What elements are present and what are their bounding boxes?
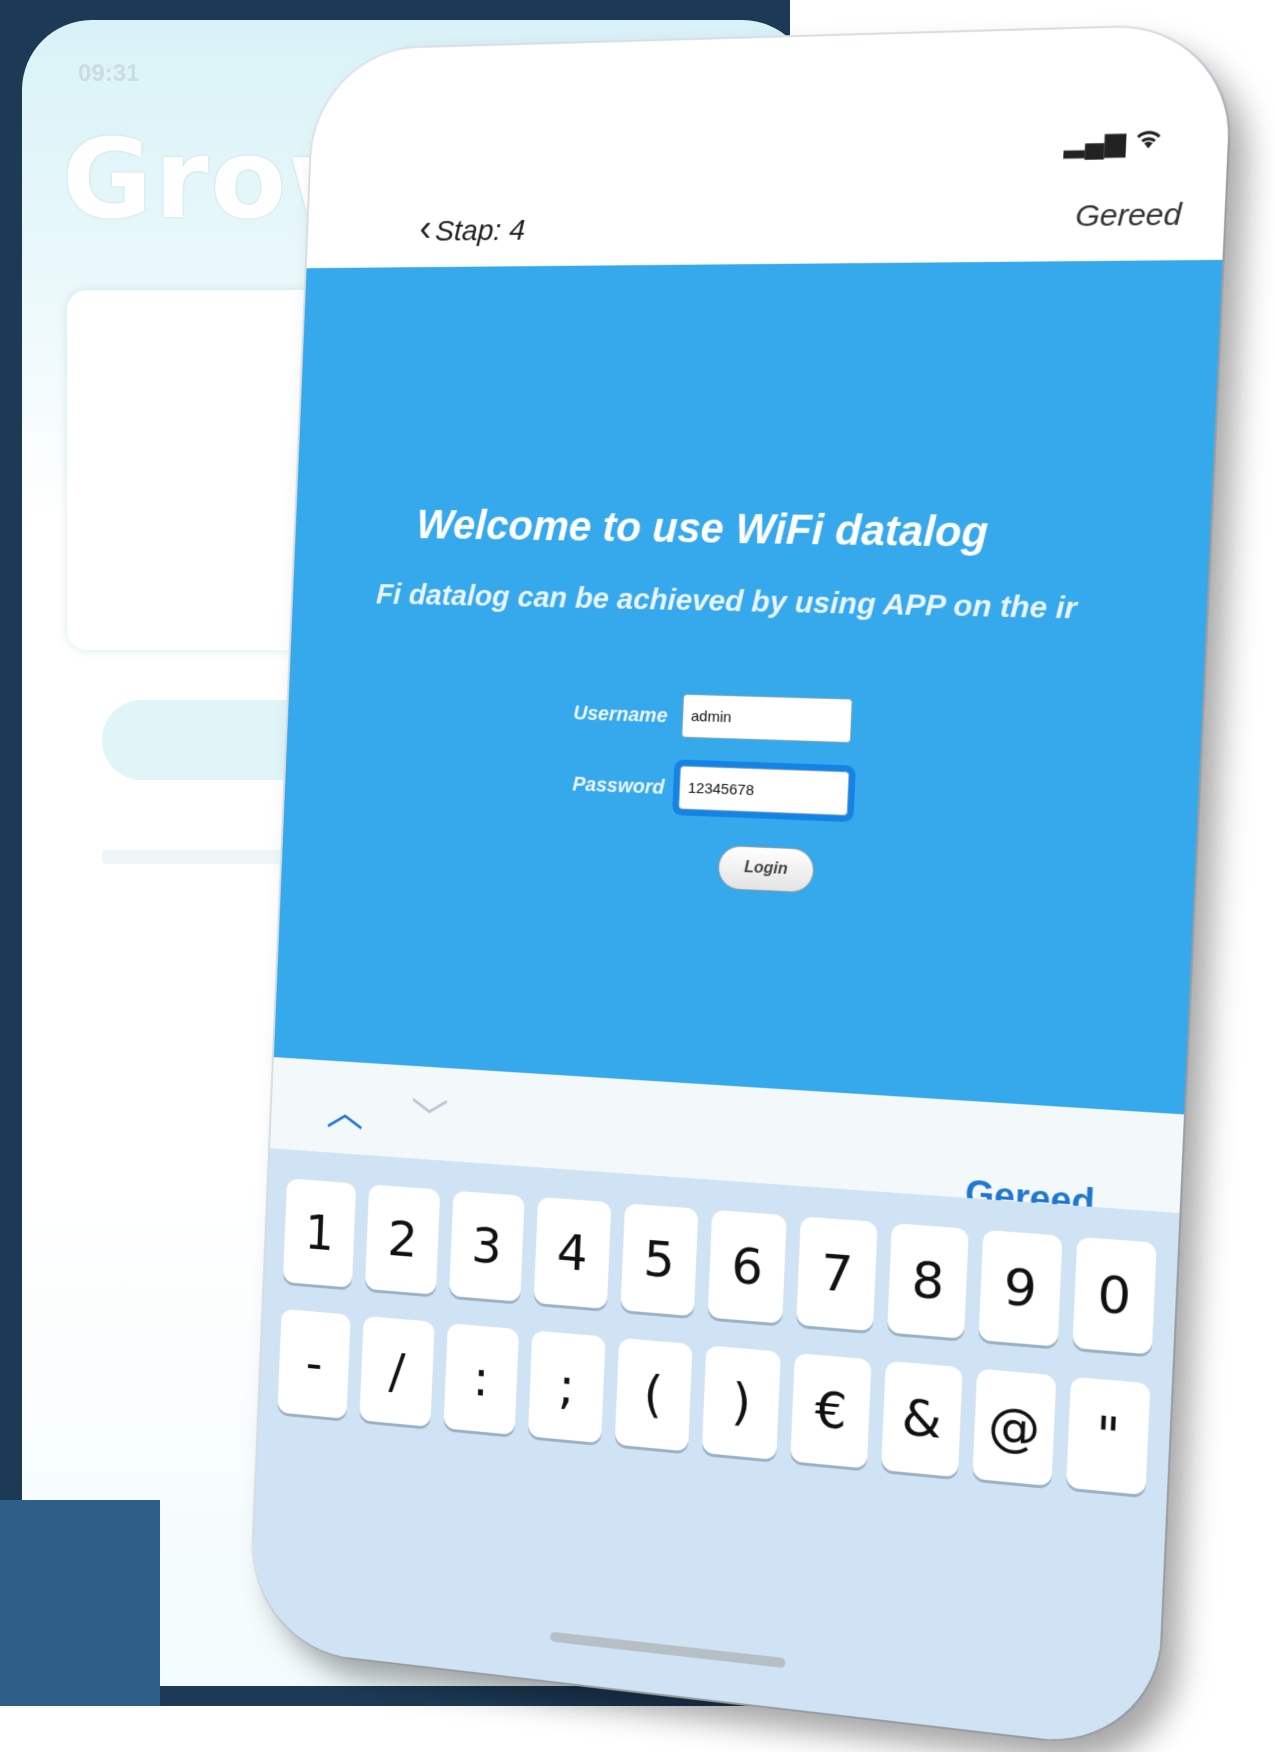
background-decoration — [0, 1500, 160, 1706]
wifi-icon — [1133, 125, 1164, 157]
key[interactable]: ( — [614, 1337, 693, 1452]
login-form: Username Password Login — [479, 688, 879, 894]
key[interactable]: 7 — [796, 1216, 878, 1332]
signal-icon: ▂▄▆ — [1063, 125, 1127, 159]
chevron-down-icon[interactable]: ﹀ — [409, 1085, 449, 1144]
key[interactable]: @ — [972, 1368, 1056, 1487]
foreground-phone: ▂▄▆ ‹Stap: 4 Gereed Welcome to use WiFi … — [249, 24, 1234, 1752]
back-label: Stap: 4 — [434, 214, 526, 248]
key[interactable]: € — [790, 1352, 872, 1469]
key[interactable]: 1 — [282, 1178, 357, 1288]
key[interactable]: 3 — [448, 1190, 525, 1302]
password-row: Password — [480, 759, 875, 836]
key[interactable]: 2 — [365, 1184, 441, 1295]
page-subtitle: Fi datalog can be achieved by using APP … — [375, 578, 1078, 626]
key[interactable]: 6 — [707, 1209, 788, 1324]
key[interactable]: 5 — [620, 1203, 699, 1317]
username-row: Username — [483, 688, 879, 762]
key[interactable]: 8 — [886, 1223, 970, 1339]
web-content: Welcome to use WiFi datalog Fi datalog c… — [273, 259, 1223, 1115]
background-link — [102, 850, 302, 864]
key[interactable]: ; — [528, 1330, 606, 1444]
password-label: Password — [572, 773, 665, 799]
key[interactable]: ) — [701, 1345, 782, 1460]
key[interactable]: 4 — [533, 1196, 612, 1309]
key[interactable]: : — [443, 1323, 520, 1435]
chevron-up-icon[interactable]: ︿ — [326, 1080, 365, 1138]
password-input[interactable] — [678, 765, 850, 816]
chevron-left-icon: ‹ — [418, 208, 433, 250]
navigation-bar: ‹Stap: 4 Gereed — [418, 198, 1183, 267]
key[interactable]: / — [359, 1315, 435, 1427]
page-title: Welcome to use WiFi datalog — [415, 501, 990, 557]
username-label: Username — [572, 702, 668, 728]
username-input[interactable] — [681, 693, 853, 744]
key[interactable]: - — [277, 1308, 352, 1419]
key[interactable]: 0 — [1071, 1236, 1157, 1355]
background-status-time: 09:31 — [78, 60, 140, 87]
done-button[interactable]: Gereed — [1074, 198, 1183, 235]
keyboard: 1 2 3 4 5 6 7 8 9 0 - / : ; ( ) € & @ " — [249, 1148, 1180, 1752]
key[interactable]: & — [880, 1360, 963, 1478]
key[interactable]: 9 — [978, 1229, 1063, 1347]
key[interactable]: " — [1065, 1376, 1151, 1496]
back-button[interactable]: ‹Stap: 4 — [419, 207, 527, 250]
phone-screen: ▂▄▆ ‹Stap: 4 Gereed Welcome to use WiFi … — [249, 24, 1234, 1752]
status-bar: ▂▄▆ — [1064, 125, 1165, 159]
login-button[interactable]: Login — [717, 844, 815, 894]
